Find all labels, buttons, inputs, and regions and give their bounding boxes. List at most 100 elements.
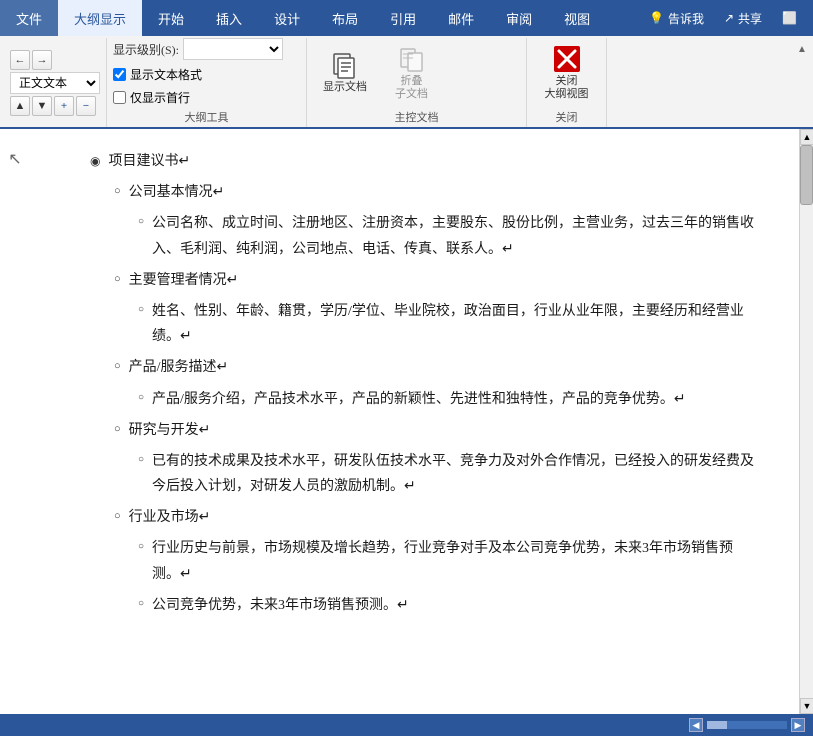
tab-file[interactable]: 文件 xyxy=(0,0,58,36)
tab-design[interactable]: 设计 xyxy=(258,0,316,36)
back-btn[interactable]: ← xyxy=(10,50,30,70)
close-group-label: 关闭 xyxy=(533,106,600,127)
list-item: ○ 主要管理者情况↵ xyxy=(90,268,759,293)
share-btn[interactable]: ↗ 共享 xyxy=(716,6,770,31)
scroll-track[interactable] xyxy=(800,145,813,698)
tab-review[interactable]: 审阅 xyxy=(490,0,548,36)
outline-text: 已有的技术成果及技术水平，研发队伍技术水平、竞争力及对外合作情况，已经投入的研发… xyxy=(152,449,759,499)
close-outline-icon xyxy=(551,43,583,75)
collapse-icon xyxy=(396,43,428,75)
tab-reference[interactable]: 引用 xyxy=(374,0,432,36)
show-format-checkbox[interactable] xyxy=(113,68,126,81)
scroll-h-area[interactable]: ◀ ▶ xyxy=(689,718,805,732)
scroll-right-btn[interactable]: ▶ xyxy=(791,718,805,732)
outline-text: 产品/服务介绍，产品技术水平，产品的新颖性、先进性和独特性，产品的竞争优势。↵ xyxy=(152,387,686,412)
lightbulb-icon: 💡 xyxy=(649,11,664,26)
ribbon-collapse-btn[interactable]: ▲ xyxy=(795,42,809,56)
list-item: ○ 行业及市场↵ xyxy=(90,505,759,530)
list-item: ○ 行业历史与前景，市场规模及增长趋势，行业竞争对手及本公司竞争优势，未来3年市场… xyxy=(90,536,759,586)
close-outline-label: 关闭 大纲视图 xyxy=(545,75,589,101)
list-item: ○ 产品/服务描述↵ xyxy=(90,355,759,380)
title-bar: 文件 大纲显示 开始 插入 设计 布局 引用 邮件 审阅 视图 💡 告诉我 ↗ … xyxy=(0,0,813,36)
master-doc-band: 显示文档 折叠 子文档 主控文档 xyxy=(307,38,527,127)
bullet-icon: ○ xyxy=(114,182,121,202)
list-item: ○ 公司名称、成立时间、注册地区、注册资本，主要股东、股份比例，主营业务，过去三年… xyxy=(90,211,759,261)
outline-nav-band: ← → 正文文本 ▲ ▼ + − xyxy=(4,38,107,127)
doc-content[interactable]: ◉项目建议书↵○公司基本情况↵○公司名称、成立时间、注册地区、注册资本，主要股东… xyxy=(30,129,799,714)
bullet-icon: ○ xyxy=(138,538,144,556)
tab-layout[interactable]: 布局 xyxy=(316,0,374,36)
show-doc-icon xyxy=(329,49,361,81)
close-band: 关闭 大纲视图 关闭 xyxy=(527,38,607,127)
list-item: ○ 公司竞争优势，未来3年市场销售预测。↵ xyxy=(90,593,759,618)
scrollbar-vertical[interactable]: ▲ ▼ xyxy=(799,129,813,714)
tab-start[interactable]: 开始 xyxy=(142,0,200,36)
window-controls[interactable]: ⬜ xyxy=(774,7,805,30)
tab-mail[interactable]: 邮件 xyxy=(432,0,490,36)
status-bar: ◀ ▶ xyxy=(0,714,813,736)
bullet-icon: ○ xyxy=(138,301,144,319)
bullet-icon: ○ xyxy=(138,595,144,613)
outline-text: 研究与开发↵ xyxy=(129,418,211,443)
tab-insert[interactable]: 插入 xyxy=(200,0,258,36)
scroll-up-btn[interactable]: ▲ xyxy=(800,129,813,145)
outline-text: 行业及市场↵ xyxy=(129,505,211,530)
level-select[interactable] xyxy=(183,38,283,60)
tell-me-btn[interactable]: 💡 告诉我 xyxy=(641,6,712,31)
bullet-icon: ○ xyxy=(114,270,121,290)
outline-text: 产品/服务描述↵ xyxy=(129,355,229,380)
share-icon: ↗ xyxy=(724,11,734,26)
scroll-down-btn[interactable]: ▼ xyxy=(800,698,813,714)
share-label: 共享 xyxy=(738,10,762,27)
bullet-icon: ○ xyxy=(138,213,144,231)
bullet-icon: ○ xyxy=(138,451,144,469)
master-doc-label: 主控文档 xyxy=(313,106,520,127)
outline-text: 行业历史与前景，市场规模及增长趋势，行业竞争对手及本公司竞争优势，未来3年市场销… xyxy=(152,536,759,586)
show-first-checkbox[interactable] xyxy=(113,91,126,104)
list-item: ○ 姓名、性别、年龄、籍贯，学历/学位、毕业院校，政治面目，行业从业年限，主要经历… xyxy=(90,299,759,349)
outline-tools-band: 显示级别(S): 显示文本格式 仅显示首行 大纲工具 xyxy=(107,38,307,127)
collapse-btn[interactable]: − xyxy=(76,96,96,116)
show-format-label: 显示文本格式 xyxy=(130,66,202,83)
bullet-icon: ○ xyxy=(138,389,144,407)
collapse-subdoc-btn[interactable]: 折叠 子文档 xyxy=(385,39,438,105)
bullet-icon: ○ xyxy=(114,420,121,440)
bullet-icon: ○ xyxy=(114,507,121,527)
outline-tools-label: 大纲工具 xyxy=(113,106,300,127)
level-up-btn[interactable]: ▲ xyxy=(10,96,30,116)
list-item: ○ 产品/服务介绍，产品技术水平，产品的新颖性、先进性和独特性，产品的竞争优势。↵ xyxy=(90,387,759,412)
list-item: ○ 已有的技术成果及技术水平，研发队伍技术水平、竞争力及对外合作情况，已经投入的研… xyxy=(90,449,759,499)
show-doc-btn[interactable]: 显示文档 xyxy=(313,45,377,98)
level-wrapper: 显示级别(S): xyxy=(113,38,283,60)
doc-area: ↖ ◉项目建议书↵○公司基本情况↵○公司名称、成立时间、注册地区、注册资本，主要… xyxy=(0,129,813,714)
nav-arrows: ← → 正文文本 ▲ ▼ + − xyxy=(10,50,100,116)
level-down-btn[interactable]: ▼ xyxy=(32,96,52,116)
outline-text: 公司名称、成立时间、注册地区、注册资本，主要股东、股份比例，主营业务，过去三年的… xyxy=(152,211,759,261)
tab-view[interactable]: 视图 xyxy=(548,0,606,36)
tell-me-label: 告诉我 xyxy=(668,10,704,27)
outline-text: 主要管理者情况↵ xyxy=(129,268,239,293)
cursor-area: ↖ xyxy=(0,129,30,714)
outline-text: 姓名、性别、年龄、籍贯，学历/学位、毕业院校，政治面目，行业从业年限，主要经历和… xyxy=(152,299,759,349)
show-first-label: 仅显示首行 xyxy=(130,89,190,106)
scroll-h-track[interactable] xyxy=(707,721,787,729)
scroll-left-btn[interactable]: ◀ xyxy=(689,718,703,732)
show-format-row: 显示文本格式 xyxy=(113,66,202,83)
level-label: 显示级别(S): xyxy=(113,41,179,58)
status-right: ◀ ▶ xyxy=(689,718,805,732)
outline-text: 公司竞争优势，未来3年市场销售预测。↵ xyxy=(152,593,409,618)
style-select[interactable]: 正文文本 xyxy=(10,72,100,94)
bullet-icon: ◉ xyxy=(90,151,100,173)
list-item: ○ 研究与开发↵ xyxy=(90,418,759,443)
forward-btn[interactable]: → xyxy=(32,50,52,70)
list-item: ○公司基本情况↵ xyxy=(90,180,759,205)
expand-btn[interactable]: + xyxy=(54,96,74,116)
bullet-icon: ○ xyxy=(114,357,121,377)
scroll-thumb[interactable] xyxy=(800,145,813,205)
list-item: ◉ 项目建议书↵ xyxy=(90,149,759,174)
outline-text: 项目建议书↵ xyxy=(108,149,190,174)
tab-outline[interactable]: 大纲显示 xyxy=(58,0,142,36)
close-outline-btn[interactable]: 关闭 大纲视图 xyxy=(535,39,599,105)
ribbon: ← → 正文文本 ▲ ▼ + − xyxy=(0,36,813,129)
scroll-h-thumb[interactable] xyxy=(707,721,727,729)
